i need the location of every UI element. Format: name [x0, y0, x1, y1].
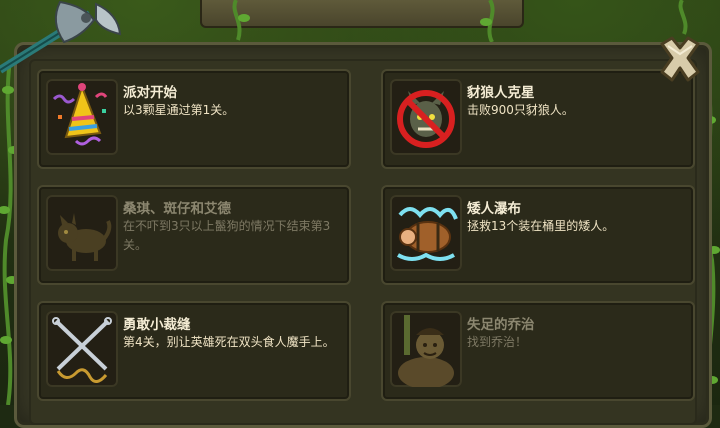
achievement-card-locked[interactable]: 桑琪、斑仔和艾德 在不吓到3只以上鬣狗的情况下结束第3关。 [37, 185, 351, 285]
achievement-card-locked[interactable]: 失足的乔治 找到乔治！ [381, 301, 695, 401]
achievement-description: 以3颗星通过第1关。 [123, 103, 235, 117]
dwarf-barrel-icon [397, 207, 458, 261]
achievement-description: 拯救13个装在桶里的矮人。 [467, 219, 615, 233]
achievement-description: 击败900只豺狼人。 [467, 103, 574, 117]
axe-icon [0, 0, 122, 74]
achievement-title: 派对开始 [123, 85, 177, 101]
achievement-card[interactable]: 派对开始 以3颗星通过第1关。 [37, 69, 351, 169]
party-hat-icon [52, 83, 108, 146]
close-button[interactable] [656, 34, 704, 84]
no-gnoll-icon [397, 90, 455, 148]
george-icon [398, 315, 454, 387]
achievement-card[interactable]: 勇敢小裁缝 第4关，别让英雄死在双头食人魔手上。 [37, 301, 351, 401]
crossed-needles-icon [52, 317, 112, 383]
achievement-title: 豺狼人克星 [467, 85, 535, 101]
achievement-description: 第4关，别让英雄死在双头食人魔手上。 [123, 335, 335, 349]
achievement-icon-box [46, 79, 118, 155]
achievements-panel: 派对开始 以3颗星通过第1关。 豺狼人克星 击败900只豺狼人。 桑琪、斑仔和艾… [14, 42, 712, 428]
achievement-card[interactable]: 豺狼人克星 击败900只豺狼人。 [381, 69, 695, 169]
achievement-title: 矮人瀑布 [467, 201, 521, 217]
achievement-description: 找到乔治！ [467, 335, 528, 349]
achievements-grid: 派对开始 以3颗星通过第1关。 豺狼人克星 击败900只豺狼人。 桑琪、斑仔和艾… [29, 59, 697, 425]
achievement-icon-box [390, 311, 462, 387]
achievement-icon-box [46, 311, 118, 387]
achievement-card[interactable]: 矮人瀑布 拯救13个装在桶里的矮人。 [381, 185, 695, 285]
achievement-title: 失足的乔治 [467, 317, 535, 333]
achievement-icon-box [390, 79, 462, 155]
achievement-title: 桑琪、斑仔和艾德 [123, 201, 231, 217]
achievement-description: 在不吓到3只以上鬣狗的情况下结束第3关。 [123, 219, 331, 252]
achievement-title: 勇敢小裁缝 [123, 317, 191, 333]
hyena-icon [58, 213, 112, 261]
achievement-icon-box [390, 195, 462, 271]
achievement-icon-box [46, 195, 118, 271]
